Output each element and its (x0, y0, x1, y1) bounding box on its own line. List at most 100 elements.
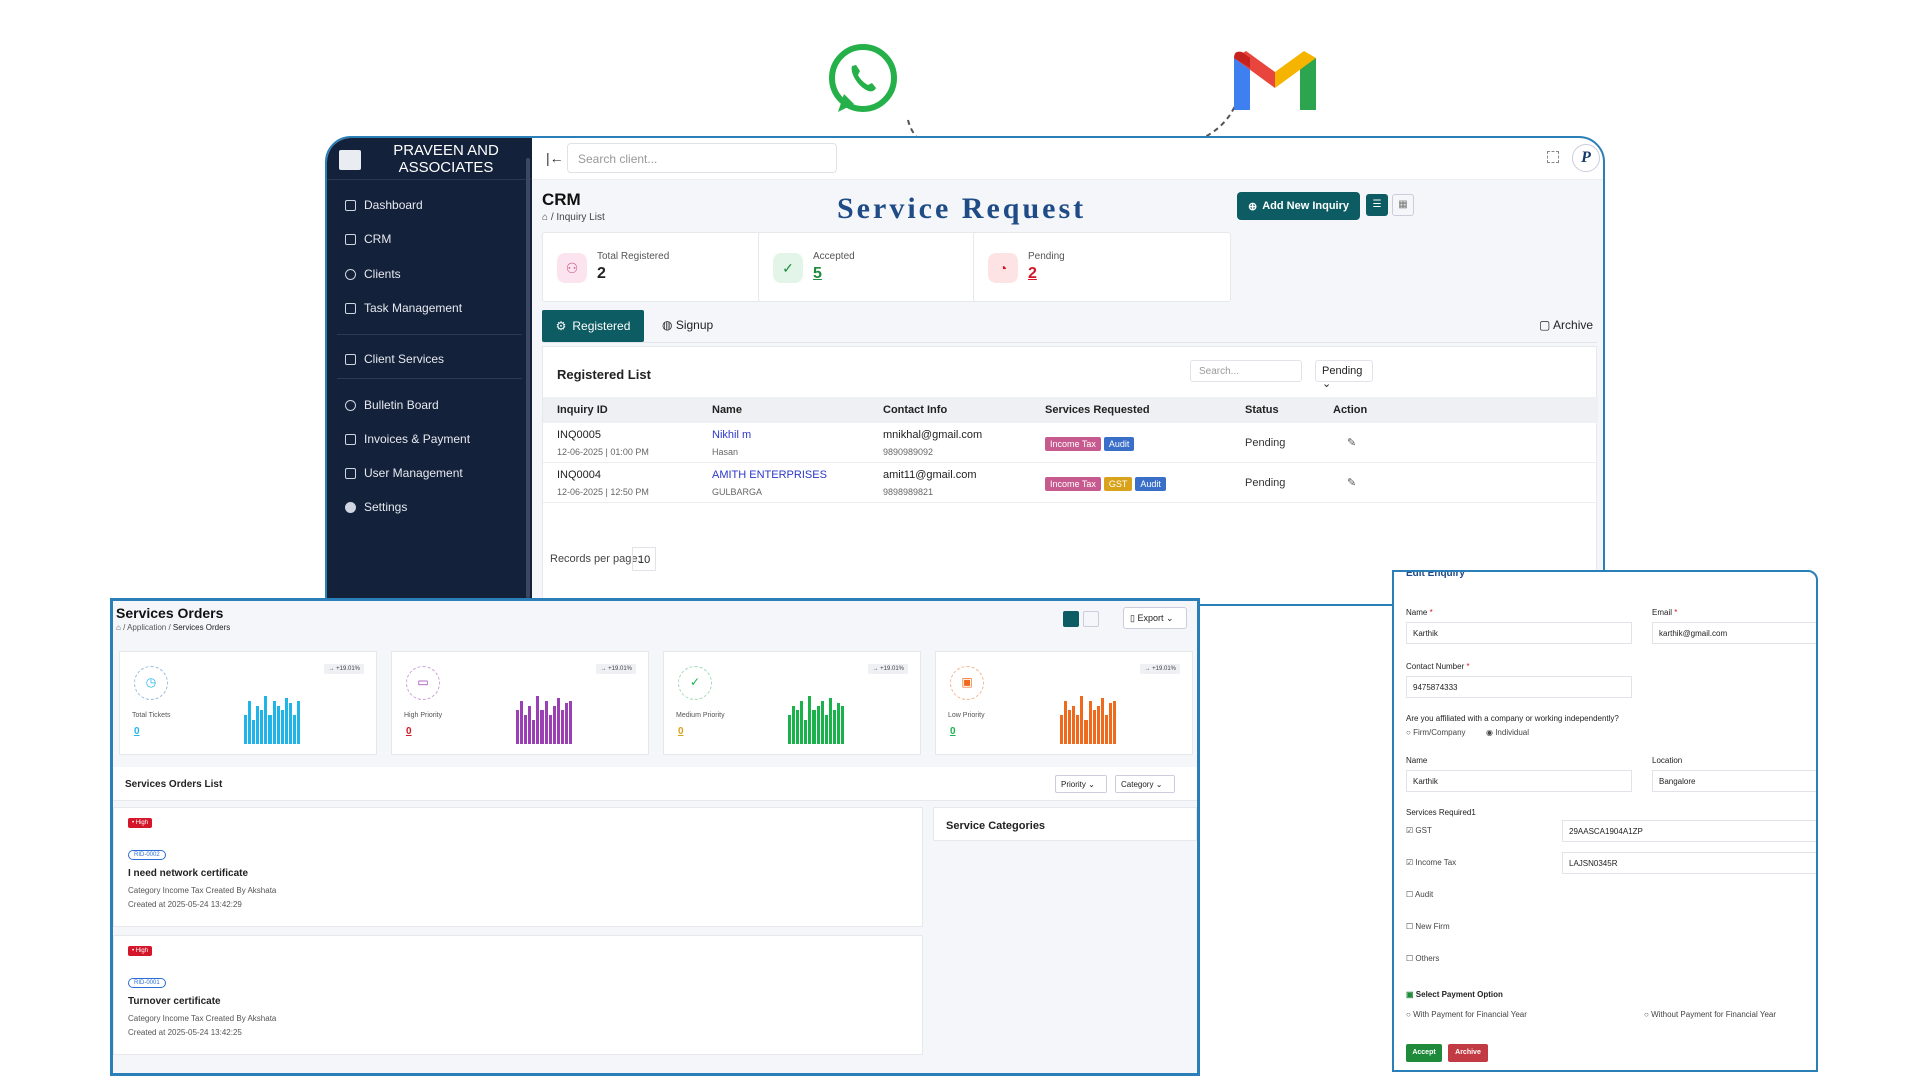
order-card[interactable]: • High RID-0001 Turnover certificate Cat… (113, 935, 923, 1055)
archive-link[interactable]: ▢ Archive (1539, 318, 1593, 332)
sidebar-item-dashboard[interactable]: Dashboard (345, 198, 423, 212)
avatar[interactable]: P (1572, 144, 1600, 172)
export-button[interactable]: ▯ Export ⌄ (1123, 607, 1187, 629)
new-firm-checkbox[interactable]: ☐ New Firm (1406, 922, 1450, 931)
sidebar-scrollbar[interactable] (526, 158, 530, 598)
inquiry-date: 12-06-2025 | 01:00 PM (557, 447, 649, 457)
status-filter-select[interactable]: Pending ⌄ (1315, 360, 1373, 390)
priority-select[interactable]: Priority ⌄ (1055, 775, 1107, 793)
tab-registered[interactable]: ⚙ Registered (542, 310, 644, 342)
archive-button[interactable]: Archive (1448, 1044, 1488, 1062)
grid-view-button[interactable]: ▦ (1392, 194, 1414, 216)
sidebar-item-label: Invoices & Payment (364, 432, 471, 446)
contact-label: Contact Number * (1406, 662, 1470, 671)
inquiry-date: 12-06-2025 | 12:50 PM (557, 487, 649, 497)
category-select[interactable]: Category ⌄ (1115, 775, 1175, 793)
tab-signup[interactable]: ◍ Signup (662, 318, 713, 332)
contact-input[interactable]: 9475874333 (1406, 676, 1632, 698)
mini-bar (244, 715, 248, 744)
sidebar-item-bulletin-board[interactable]: Bulletin Board (345, 398, 439, 412)
briefcase-icon (345, 353, 356, 365)
edit-icon[interactable]: ✎ (1347, 476, 1356, 489)
list-view-button[interactable] (1063, 611, 1079, 627)
checkbox-label: GST (1415, 826, 1432, 835)
grid-view-button[interactable] (1083, 611, 1099, 627)
table-row[interactable]: INQ0005 12-06-2025 | 01:00 PM Nikhil m H… (543, 423, 1598, 463)
sidebar-item-crm[interactable]: CRM (345, 232, 391, 246)
list-view-button[interactable]: ☰ (1366, 194, 1388, 216)
card-value[interactable]: 0 (406, 726, 412, 737)
breadcrumb-item[interactable]: Application (127, 623, 166, 632)
so-card-medium-priority: ✓ → +19.01% Medium Priority 0 (663, 651, 921, 755)
mini-bar (808, 696, 812, 744)
list-title: Registered List (557, 367, 651, 382)
firm-radio[interactable]: ○ Firm/Company (1406, 728, 1466, 737)
sidebar-item-client-services[interactable]: Client Services (345, 352, 444, 366)
pay-with-radio[interactable]: ○ With Payment for Financial Year (1406, 1010, 1527, 1019)
stat-value[interactable]: 2 (1028, 265, 1037, 283)
income-tax-checkbox[interactable]: ☑ Income Tax (1406, 858, 1456, 867)
home-icon[interactable]: ⌂ (116, 623, 121, 632)
services-orders-title: Services Orders (116, 605, 224, 621)
card-value[interactable]: 0 (134, 726, 140, 737)
gear-icon: ⚙ (555, 319, 567, 333)
individual-radio[interactable]: ◉ Individual (1486, 728, 1529, 737)
edit-icon[interactable]: ✎ (1347, 436, 1356, 449)
location-input[interactable]: Bangalore (1652, 770, 1816, 792)
checkbox-label: New Firm (1415, 922, 1450, 931)
sidebar-item-invoices[interactable]: Invoices & Payment (345, 432, 470, 446)
home-icon[interactable]: ⌂ (542, 212, 548, 223)
fullscreen-icon[interactable] (1547, 151, 1559, 163)
trend-badge: → +19.01% (324, 664, 364, 674)
card-value[interactable]: 0 (950, 726, 956, 737)
stat-label: Accepted (813, 251, 855, 262)
add-inquiry-button[interactable]: ⊕ Add New Inquiry (1237, 192, 1360, 220)
order-card[interactable]: • High RID-0002 I need network certifica… (113, 807, 923, 927)
mini-bar (292, 715, 297, 744)
mini-bar (1068, 710, 1072, 744)
audit-checkbox[interactable]: ☐ Audit (1406, 890, 1433, 899)
mini-bar (1100, 698, 1104, 744)
accept-button[interactable]: Accept (1406, 1044, 1442, 1062)
gst-checkbox[interactable]: ☑ GST (1406, 826, 1432, 835)
pan-number-input[interactable]: LAJSN0345R (1562, 852, 1816, 874)
gst-number-input[interactable]: 29AASCA1904A1ZP (1562, 820, 1816, 842)
page-title: CRM (542, 190, 581, 209)
email-input[interactable]: karthik@gmail.com (1652, 622, 1816, 644)
records-per-page-select[interactable]: 10 (632, 547, 656, 571)
mini-bar (1080, 696, 1084, 744)
payment-option-label: ▣ Select Payment Option (1406, 990, 1503, 999)
sidebar-item-user-management[interactable]: User Management (345, 466, 463, 480)
services-orders-list-header: Services Orders List Priority ⌄ Category… (113, 767, 1197, 801)
so-card-high-priority: ▭ → +19.01% High Priority 0 (391, 651, 649, 755)
collapse-sidebar-icon[interactable]: |← (546, 150, 564, 166)
sidebar-item-settings[interactable]: Settings (345, 500, 407, 514)
user-check-icon: ✓ (773, 253, 803, 283)
card-value[interactable]: 0 (678, 726, 684, 737)
service-tags: Income Tax GST Audit (1045, 477, 1166, 491)
name-label: Name * (1406, 608, 1433, 617)
mini-bar-chart (1060, 696, 1117, 744)
contact-phone: 9898989821 (883, 487, 934, 497)
others-checkbox[interactable]: ☐ Others (1406, 954, 1439, 963)
stat-value[interactable]: 5 (813, 265, 822, 283)
table-row[interactable]: INQ0004 12-06-2025 | 12:50 PM AMITH ENTE… (543, 463, 1598, 503)
service-categories-title: Service Categories (933, 807, 1197, 841)
pay-without-radio[interactable]: ○ Without Payment for Financial Year (1644, 1010, 1776, 1019)
search-client-input[interactable]: Search client... (567, 143, 837, 173)
chevron-down-icon: ⌄ (1322, 378, 1332, 390)
mini-bar (1072, 705, 1076, 744)
list-search-input[interactable]: Search... (1190, 360, 1302, 382)
mini-bar (268, 715, 272, 744)
client-name-link[interactable]: AMITH ENTERPRISES (712, 469, 827, 481)
form-heading: Edit Enquiry (1406, 570, 1465, 579)
radio-label: With Payment for Financial Year (1413, 1010, 1527, 1019)
breadcrumb: ⌂ / Application / Services Orders (116, 623, 231, 632)
archive-icon: ▢ (1539, 318, 1551, 332)
sidebar-item-task-management[interactable]: Task Management (345, 301, 462, 315)
name-input[interactable]: Karthik (1406, 622, 1632, 644)
sidebar-item-clients[interactable]: Clients (345, 267, 401, 281)
mini-bar (276, 705, 280, 744)
client-name-link[interactable]: Nikhil m (712, 429, 751, 441)
name2-input[interactable]: Karthik (1406, 770, 1632, 792)
